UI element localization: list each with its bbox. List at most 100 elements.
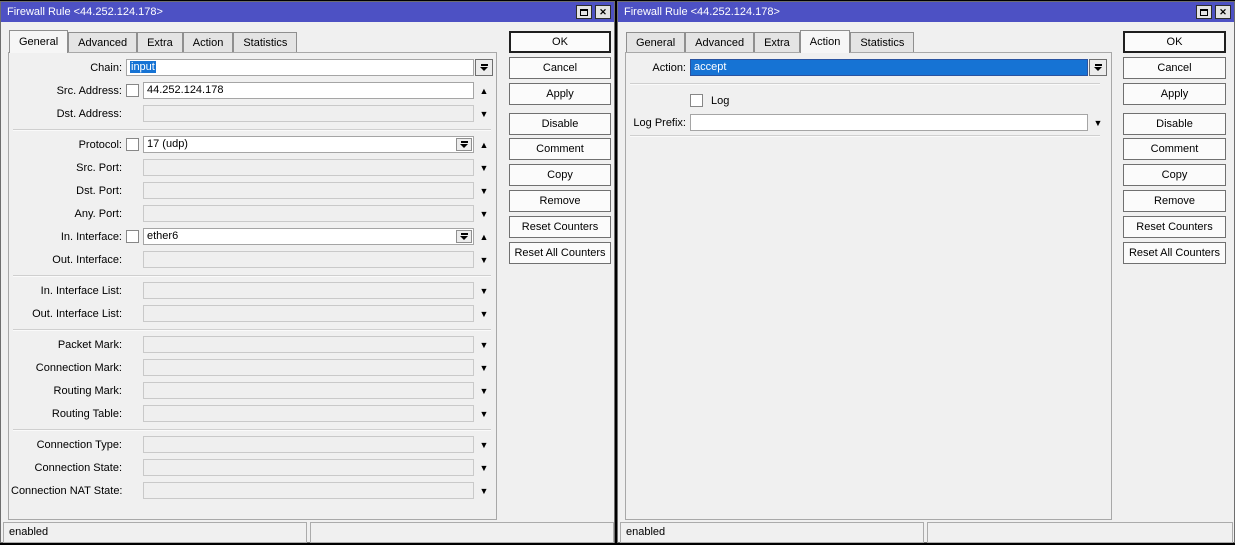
field-row-in-interface: In. Interface: ether6: [11, 228, 494, 245]
separator: [13, 129, 491, 131]
connection-state-label: Connection State:: [11, 462, 126, 474]
field-row-action: Action: accept: [628, 59, 1108, 76]
tab-general[interactable]: General: [9, 30, 68, 53]
routing-mark-expand-icon[interactable]: [474, 382, 494, 399]
tab-extra[interactable]: Extra: [137, 32, 183, 52]
packet-mark-label: Packet Mark:: [11, 339, 126, 351]
tab-advanced[interactable]: Advanced: [685, 32, 754, 52]
routing-table-input[interactable]: [143, 405, 474, 422]
tab-statistics[interactable]: Statistics: [233, 32, 297, 52]
connection-mark-input[interactable]: [143, 359, 474, 376]
dst-address-input[interactable]: [143, 105, 474, 122]
src-address-checkbox[interactable]: [126, 84, 139, 97]
dst-port-expand-icon[interactable]: [474, 182, 494, 199]
in-interface-list-input[interactable]: [143, 282, 474, 299]
disable-button[interactable]: Disable: [1123, 113, 1226, 135]
src-address-input[interactable]: 44.252.124.178: [143, 82, 474, 99]
in-interface-dropdown-button[interactable]: [456, 230, 472, 243]
action-dropdown-button[interactable]: [1089, 59, 1107, 76]
comment-button[interactable]: Comment: [509, 138, 611, 160]
protocol-input[interactable]: 17 (udp): [143, 136, 474, 153]
src-address-value: 44.252.124.178: [147, 84, 223, 96]
connection-state-input[interactable]: [143, 459, 474, 476]
chain-input[interactable]: input: [126, 59, 474, 76]
out-interface-expand-icon[interactable]: [474, 251, 494, 268]
connection-nat-state-input[interactable]: [143, 482, 474, 499]
packet-mark-input[interactable]: [143, 336, 474, 353]
connection-type-input[interactable]: [143, 436, 474, 453]
connection-nat-state-expand-icon[interactable]: [474, 482, 494, 499]
in-interface-input[interactable]: ether6: [143, 228, 474, 245]
chain-dropdown-button[interactable]: [475, 59, 493, 76]
reset-all-counters-button[interactable]: Reset All Counters: [1123, 242, 1226, 264]
apply-button[interactable]: Apply: [1123, 83, 1226, 105]
in-interface-collapse-icon[interactable]: [474, 228, 494, 245]
tab-action[interactable]: Action: [800, 30, 851, 53]
any-port-input[interactable]: [143, 205, 474, 222]
tab-advanced[interactable]: Advanced: [68, 32, 137, 52]
out-interface-list-label: Out. Interface List:: [11, 308, 126, 320]
titlebar[interactable]: Firewall Rule <44.252.124.178>: [1, 2, 614, 22]
routing-table-expand-icon[interactable]: [474, 405, 494, 422]
src-address-collapse-icon[interactable]: [474, 82, 494, 99]
screenshot-root: { "colors": { "titlebar": "#4d51c4", "se…: [0, 0, 1235, 545]
in-interface-list-expand-icon[interactable]: [474, 282, 494, 299]
out-interface-list-expand-icon[interactable]: [474, 305, 494, 322]
src-port-expand-icon[interactable]: [474, 159, 494, 176]
ok-button[interactable]: OK: [509, 31, 611, 53]
maximize-button[interactable]: [576, 5, 592, 19]
field-row-in-interface-list: In. Interface List:: [11, 282, 494, 299]
copy-button[interactable]: Copy: [509, 164, 611, 186]
any-port-expand-icon[interactable]: [474, 205, 494, 222]
connection-mark-expand-icon[interactable]: [474, 359, 494, 376]
dropdown-icon: [480, 64, 488, 71]
dst-port-input[interactable]: [143, 182, 474, 199]
connection-type-expand-icon[interactable]: [474, 436, 494, 453]
apply-button[interactable]: Apply: [509, 83, 611, 105]
action-label: Action:: [628, 62, 690, 74]
disable-button[interactable]: Disable: [509, 113, 611, 135]
out-interface-label: Out. Interface:: [11, 254, 126, 266]
titlebar[interactable]: Firewall Rule <44.252.124.178>: [618, 2, 1234, 22]
maximize-button[interactable]: [1196, 5, 1212, 19]
close-button[interactable]: [595, 5, 611, 19]
status-bar-state: enabled: [3, 522, 307, 543]
in-interface-label: In. Interface:: [11, 231, 126, 243]
dst-address-expand-icon[interactable]: [474, 105, 494, 122]
remove-button[interactable]: Remove: [509, 190, 611, 212]
connection-state-expand-icon[interactable]: [474, 459, 494, 476]
routing-mark-input[interactable]: [143, 382, 474, 399]
out-interface-list-input[interactable]: [143, 305, 474, 322]
protocol-collapse-icon[interactable]: [474, 136, 494, 153]
cancel-button[interactable]: Cancel: [1123, 57, 1226, 79]
reset-all-counters-button[interactable]: Reset All Counters: [509, 242, 611, 264]
field-row-routing-table: Routing Table:: [11, 405, 494, 422]
src-port-input[interactable]: [143, 159, 474, 176]
log-prefix-input[interactable]: [690, 114, 1088, 131]
field-row-connection-state: Connection State:: [11, 459, 494, 476]
out-interface-input[interactable]: [143, 251, 474, 268]
separator: [630, 135, 1100, 137]
dropdown-icon: [460, 141, 468, 148]
tab-statistics[interactable]: Statistics: [850, 32, 914, 52]
reset-counters-button[interactable]: Reset Counters: [1123, 216, 1226, 238]
packet-mark-expand-icon[interactable]: [474, 336, 494, 353]
tab-general[interactable]: General: [626, 32, 685, 52]
cancel-button[interactable]: Cancel: [509, 57, 611, 79]
close-button[interactable]: [1215, 5, 1231, 19]
tab-extra[interactable]: Extra: [754, 32, 800, 52]
comment-button[interactable]: Comment: [1123, 138, 1226, 160]
tab-action[interactable]: Action: [183, 32, 234, 52]
log-checkbox[interactable]: [690, 94, 703, 107]
action-input[interactable]: accept: [690, 59, 1088, 76]
copy-button[interactable]: Copy: [1123, 164, 1226, 186]
dst-port-label: Dst. Port:: [11, 185, 126, 197]
protocol-checkbox[interactable]: [126, 138, 139, 151]
protocol-dropdown-button[interactable]: [456, 138, 472, 151]
reset-counters-button[interactable]: Reset Counters: [509, 216, 611, 238]
remove-button[interactable]: Remove: [1123, 190, 1226, 212]
separator: [13, 429, 491, 431]
in-interface-checkbox[interactable]: [126, 230, 139, 243]
ok-button[interactable]: OK: [1123, 31, 1226, 53]
log-prefix-dropdown-icon[interactable]: [1088, 114, 1108, 131]
